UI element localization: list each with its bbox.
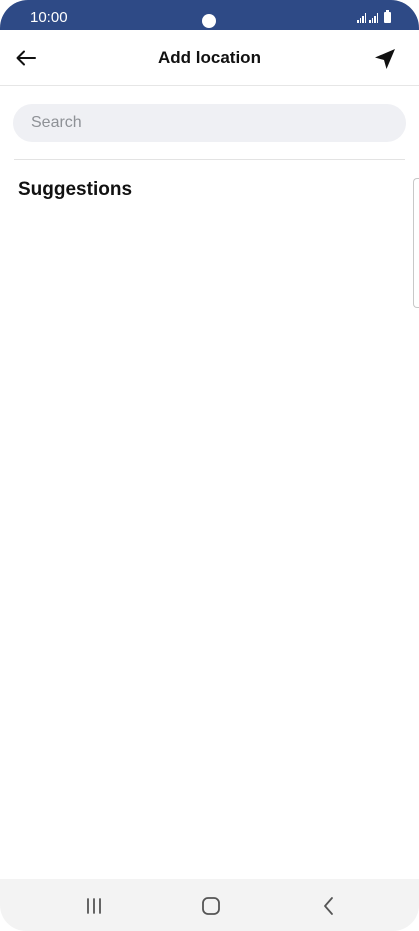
signal-icon	[369, 13, 378, 23]
system-nav-bar	[0, 879, 419, 931]
camera-cutout	[202, 14, 216, 28]
status-bar: 10:00	[0, 0, 419, 30]
suggestions-title: Suggestions	[18, 179, 133, 200]
scroll-indicator[interactable]	[413, 178, 419, 308]
navigation-arrow-icon	[375, 49, 395, 69]
status-time: 10:00	[30, 9, 68, 26]
search-input[interactable]	[29, 113, 390, 133]
app-header: Add location	[0, 30, 419, 86]
current-location-button[interactable]	[371, 45, 399, 73]
home-icon	[202, 897, 220, 915]
search-bar[interactable]	[13, 104, 406, 142]
recents-icon	[87, 898, 101, 914]
signal-icon	[357, 13, 366, 23]
chevron-left-icon	[324, 897, 333, 915]
recents-button[interactable]	[79, 891, 109, 921]
nav-back-button[interactable]	[314, 891, 344, 921]
battery-icon	[384, 10, 391, 23]
phone-screen: 10:00 Add location Suggestions	[0, 0, 419, 931]
home-button[interactable]	[196, 891, 226, 921]
divider	[14, 159, 405, 160]
page-title: Add location	[158, 48, 261, 67]
status-icons	[357, 10, 391, 23]
